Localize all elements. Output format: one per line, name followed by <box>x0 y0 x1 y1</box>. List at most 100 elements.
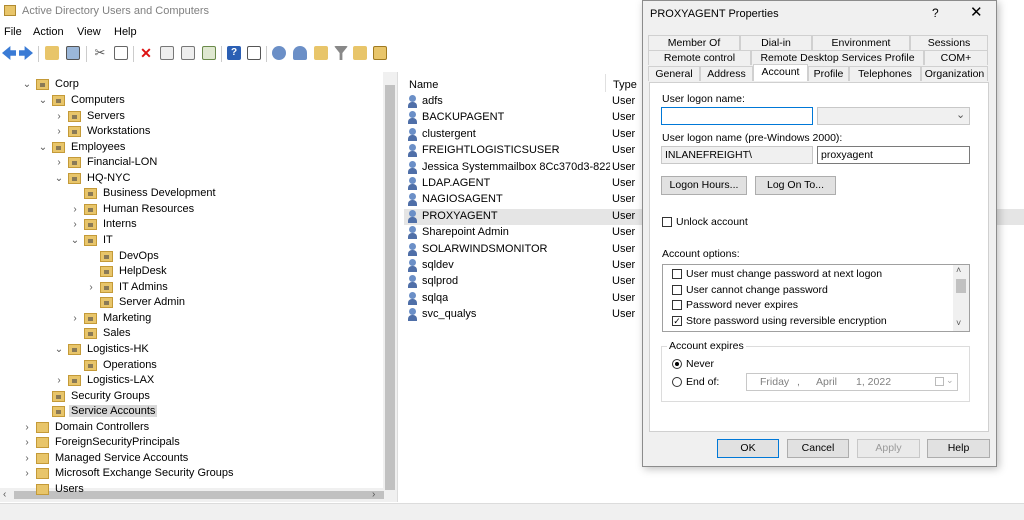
cancel-button[interactable]: Cancel <box>787 439 849 458</box>
tab-profile[interactable]: Profile <box>808 66 849 81</box>
logon-name-input[interactable] <box>661 107 813 125</box>
tree-node-label[interactable]: Workstations <box>85 125 152 137</box>
help-button[interactable]: Help <box>927 439 990 458</box>
tree-node-label[interactable]: Servers <box>85 110 127 122</box>
tree-node-label[interactable]: IT <box>101 234 115 246</box>
properties-icon[interactable] <box>160 46 174 60</box>
tree-node-label[interactable]: Human Resources <box>101 203 196 215</box>
users-icon[interactable] <box>272 46 286 60</box>
pre2000-name-input[interactable]: proxyagent <box>817 146 970 164</box>
logon-hours-button[interactable]: Logon Hours... <box>661 176 747 195</box>
account-option-checkbox[interactable] <box>672 300 682 311</box>
apply-button[interactable]: Apply <box>857 439 920 458</box>
tree-expander-icon[interactable]: › <box>22 453 32 465</box>
tree-expander-icon[interactable]: ⌄ <box>38 142 48 154</box>
tree-node-label[interactable]: Logistics-LAX <box>85 374 156 386</box>
tree-node-label[interactable]: Corp <box>53 78 81 90</box>
tree-node-label[interactable]: Domain Controllers <box>53 421 151 433</box>
tab-com-plus[interactable]: COM+ <box>924 50 988 65</box>
chevron-down-icon[interactable]: ⌄ <box>956 108 965 121</box>
tab-remote-control[interactable]: Remote control <box>648 50 751 65</box>
tree-expander-icon[interactable]: › <box>22 437 32 449</box>
group-icon[interactable] <box>314 46 328 60</box>
delete-icon[interactable]: ✕ <box>139 46 153 60</box>
menu-view[interactable]: View <box>77 26 101 38</box>
tree-node-label[interactable]: Computers <box>69 94 127 106</box>
add-user-icon[interactable] <box>293 46 307 60</box>
tree-expander-icon[interactable]: › <box>86 282 96 294</box>
unlock-account-checkbox[interactable] <box>662 217 672 227</box>
tree-node-label[interactable]: HelpDesk <box>117 265 169 277</box>
filter-icon[interactable] <box>334 46 348 60</box>
tree-expander-icon[interactable] <box>70 360 80 372</box>
tab-telephones[interactable]: Telephones <box>849 66 921 81</box>
tree-scroll-thumb[interactable] <box>385 85 395 490</box>
tree-expander-icon[interactable] <box>38 391 48 403</box>
tree-expander-icon[interactable]: ⌄ <box>22 79 32 91</box>
tree-node-label[interactable]: Users <box>53 483 86 495</box>
tree-node-label[interactable]: Business Development <box>101 187 218 199</box>
forward-icon[interactable] <box>19 46 33 60</box>
tree-node-label[interactable]: Logistics-HK <box>85 343 151 355</box>
ou-icon[interactable] <box>373 46 387 60</box>
tree-expander-icon[interactable]: ⌄ <box>70 235 80 247</box>
account-option-checkbox[interactable]: ✓ <box>672 316 682 327</box>
tree-node-label[interactable]: Microsoft Exchange Security Groups <box>53 467 236 479</box>
options-scroll-thumb[interactable] <box>956 279 966 293</box>
tab-general[interactable]: General <box>648 66 700 81</box>
upn-suffix-select[interactable] <box>817 107 970 125</box>
tree-expander-icon[interactable]: › <box>22 422 32 434</box>
tree-expander-icon[interactable] <box>86 297 96 309</box>
end-of-radio[interactable] <box>672 377 682 387</box>
tree-expander-icon[interactable]: › <box>22 468 32 480</box>
tree-node-label[interactable]: ForeignSecurityPrincipals <box>53 436 182 448</box>
tree-node-label[interactable]: Operations <box>101 359 159 371</box>
tree-node-label[interactable]: Server Admin <box>117 296 187 308</box>
tree-expander-icon[interactable] <box>70 188 80 200</box>
tree-expander-icon[interactable] <box>22 484 32 496</box>
tree-node-label[interactable]: Service Accounts <box>69 405 158 417</box>
tree-node-label[interactable]: Interns <box>101 218 139 230</box>
tree-expander-icon[interactable]: › <box>54 375 64 387</box>
tab-account[interactable]: Account <box>753 64 808 81</box>
tab-dial-in[interactable]: Dial-in <box>740 35 812 50</box>
column-separator[interactable] <box>605 74 606 92</box>
menu-action[interactable]: Action <box>33 26 64 38</box>
export-icon[interactable] <box>202 46 216 60</box>
find-icon[interactable] <box>353 46 367 60</box>
up-folder-icon[interactable] <box>45 46 59 60</box>
tree-node-label[interactable]: IT Admins <box>117 281 170 293</box>
tree-expander-icon[interactable] <box>38 406 48 418</box>
tree-node-label[interactable]: Managed Service Accounts <box>53 452 190 464</box>
help-icon[interactable]: ? <box>932 6 939 20</box>
account-option-checkbox[interactable] <box>672 284 682 295</box>
menu-help[interactable]: Help <box>114 26 137 38</box>
tree-node-label[interactable]: Sales <box>101 327 133 339</box>
tree-node-label[interactable]: Security Groups <box>69 390 152 402</box>
scroll-down-icon[interactable]: ˅ <box>956 318 961 328</box>
tab-environment[interactable]: Environment <box>812 35 910 50</box>
tree-node-label[interactable]: Employees <box>69 141 127 153</box>
tree-expander-icon[interactable]: › <box>54 157 64 169</box>
tree-expander-icon[interactable]: ⌄ <box>54 173 64 185</box>
tree-expander-icon[interactable]: › <box>54 126 64 138</box>
back-icon[interactable] <box>2 46 16 60</box>
tree-expander-icon[interactable] <box>86 266 96 278</box>
tab-rds-profile[interactable]: Remote Desktop Services Profile <box>751 50 924 65</box>
tab-address[interactable]: Address <box>700 66 753 81</box>
scroll-left-icon[interactable]: ‹ <box>3 489 6 500</box>
tree-expander-icon[interactable]: › <box>70 219 80 231</box>
close-icon[interactable]: ✕ <box>970 3 983 21</box>
tree-expander-icon[interactable]: ⌄ <box>54 344 64 356</box>
tree-expander-icon[interactable]: ⌄ <box>38 95 48 107</box>
tab-organization[interactable]: Organization <box>921 66 988 81</box>
tree-node-label[interactable]: Marketing <box>101 312 153 324</box>
show-tree-icon[interactable] <box>66 46 80 60</box>
ok-button[interactable]: OK <box>717 439 779 458</box>
tab-member-of[interactable]: Member Of <box>648 35 740 50</box>
column-header-name[interactable]: Name <box>409 79 438 91</box>
scroll-up-icon[interactable]: ˄ <box>956 265 961 275</box>
column-header-type[interactable]: Type <box>613 79 637 91</box>
account-option-checkbox[interactable] <box>672 269 682 279</box>
log-on-to-button[interactable]: Log On To... <box>755 176 836 195</box>
